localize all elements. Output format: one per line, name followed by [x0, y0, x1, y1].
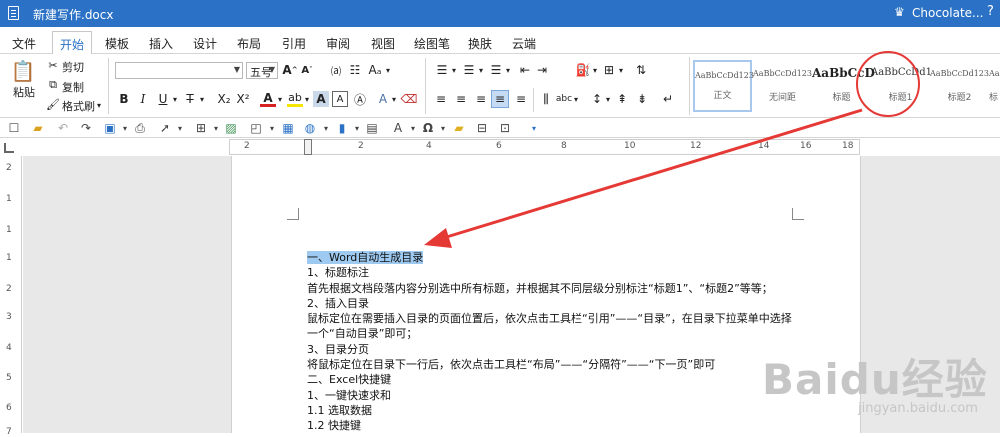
annotation-overlay: [424, 51, 920, 248]
annotation-circle: [856, 51, 920, 117]
annotation-arrow-line: [439, 108, 863, 241]
annotation-arrow-head: [424, 228, 452, 248]
